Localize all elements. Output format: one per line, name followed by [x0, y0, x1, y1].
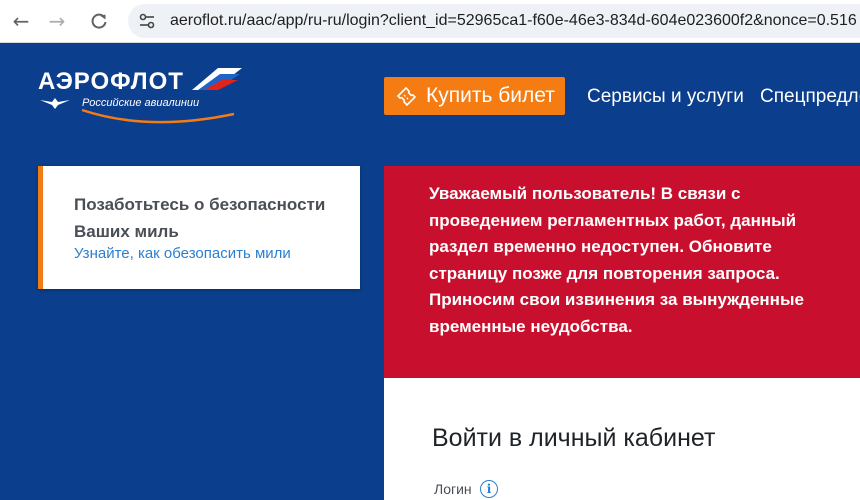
login-title: Войти в личный кабинет — [432, 424, 716, 452]
tune-icon[interactable] — [138, 12, 156, 30]
url-text[interactable]: aeroflot.ru/aac/app/ru-ru/login?client_i… — [170, 12, 857, 30]
logo-text: АЭРОФЛОТ — [38, 68, 184, 95]
miles-security-card: Позаботьтесь о безопасности Ваших миль У… — [38, 166, 360, 289]
logo-arc-icon — [81, 108, 235, 124]
forward-arrow-icon[interactable]: → — [44, 8, 70, 34]
buy-ticket-button[interactable]: Купить билет — [384, 77, 565, 115]
maintenance-alert: Уважаемый пользователь! В связи с провед… — [384, 166, 860, 378]
info-icon[interactable]: i — [480, 480, 498, 498]
miles-security-title: Позаботьтесь о безопасности Ваших миль — [74, 195, 326, 241]
reload-icon[interactable] — [86, 8, 112, 34]
nav-services-link[interactable]: Сервисы и услуги — [587, 86, 744, 108]
buy-ticket-label: Купить билет — [426, 84, 555, 107]
miles-security-link[interactable]: Узнайте, как обезопасить мили — [74, 245, 291, 262]
back-arrow-icon[interactable]: ← — [8, 8, 34, 34]
alert-message: Уважаемый пользователь! В связи с провед… — [429, 184, 804, 336]
login-field-label: Логин — [434, 481, 472, 497]
nav-special-offers-link[interactable]: Спецпредло — [760, 86, 860, 108]
ticket-icon — [396, 86, 417, 107]
browser-toolbar: ← → aeroflot.ru/aac/app/ru-ru/login?clie… — [0, 0, 860, 43]
aeroflot-logo[interactable]: АЭРОФЛОТ Российские авиалинии — [38, 64, 248, 126]
address-bar[interactable]: aeroflot.ru/aac/app/ru-ru/login?client_i… — [128, 4, 860, 38]
winged-emblem-icon — [40, 98, 70, 109]
flag-wing-icon — [192, 68, 242, 90]
login-card: Войти в личный кабинет Логин i — [384, 378, 860, 500]
